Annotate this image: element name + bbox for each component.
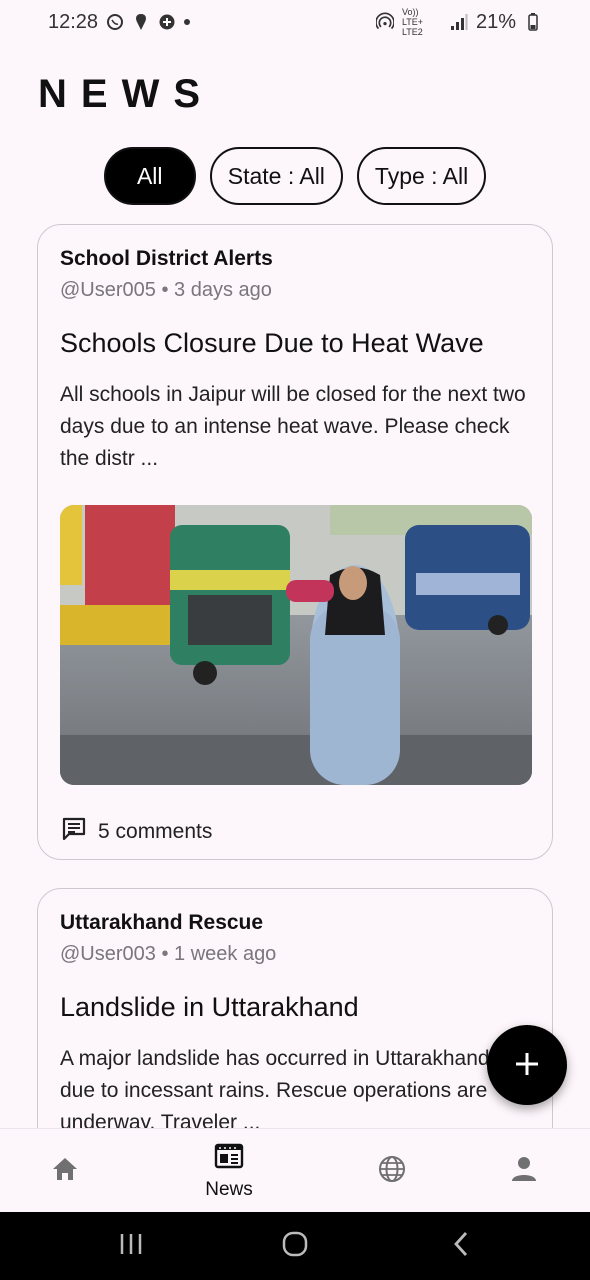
nav-home[interactable] [35, 1129, 95, 1213]
status-bar: 12:28 Vo)) LTE+ LTE2 21% [0, 0, 590, 44]
post-headline: Landslide in Uttarakhand [60, 992, 359, 1022]
bottom-navigation: News [0, 1128, 590, 1212]
home-icon [50, 1154, 80, 1189]
battery-icon [524, 13, 542, 31]
person-icon [509, 1154, 539, 1189]
comments-button[interactable]: 5 comments [60, 815, 530, 849]
comment-icon [60, 815, 88, 849]
system-navigation-bar [0, 1212, 590, 1280]
nav-news-label: News [205, 1178, 253, 1200]
home-circle-icon [281, 1230, 309, 1263]
whatsapp-icon [106, 13, 124, 31]
post-image[interactable] [60, 505, 532, 785]
globe-icon [377, 1154, 407, 1189]
hotspot-icon [375, 12, 394, 31]
comments-count: 5 comments [98, 820, 213, 843]
news-card[interactable]: School District Alerts @User005 • 3 days… [37, 224, 553, 860]
post-meta: @User003 • 1 week ago [60, 943, 277, 965]
recent-apps-button[interactable] [91, 1212, 171, 1280]
nav-news[interactable]: News [189, 1129, 269, 1213]
filter-all-chip[interactable]: All [103, 147, 196, 205]
add-post-button[interactable] [487, 1025, 567, 1105]
home-system-button[interactable] [255, 1212, 335, 1280]
recent-apps-icon [118, 1232, 144, 1261]
back-button[interactable] [421, 1212, 501, 1280]
filter-type-chip[interactable]: Type : All [356, 147, 487, 205]
signal-icon [450, 13, 468, 31]
status-left: 12:28 [48, 10, 191, 34]
filter-chips: All State : All Type : All [0, 147, 590, 205]
nav-globe[interactable] [362, 1129, 422, 1213]
post-body: All schools in Jaipur will be closed for… [60, 383, 526, 470]
filter-state-chip[interactable]: State : All [209, 147, 343, 205]
post-body: A major landslide has occurred in Uttara… [60, 1047, 490, 1134]
battery-percent: 21% [475, 10, 516, 33]
app-notification-icon [158, 13, 176, 31]
status-time: 12:28 [48, 10, 99, 33]
status-right: Vo)) LTE+ LTE2 21% [375, 7, 542, 37]
location-notification-icon [132, 13, 150, 31]
network-type: Vo)) LTE+ LTE2 [401, 7, 424, 37]
newspaper-icon [214, 1142, 244, 1175]
back-chevron-icon [451, 1230, 471, 1263]
post-source: School District Alerts [60, 247, 273, 270]
post-meta: @User005 • 3 days ago [60, 279, 272, 301]
page-title: NEWS [38, 72, 214, 116]
more-notifications-dot [184, 19, 191, 25]
post-source: Uttarakhand Rescue [60, 911, 264, 934]
nav-profile[interactable] [494, 1129, 554, 1213]
post-headline: Schools Closure Due to Heat Wave [60, 328, 484, 358]
plus-icon [514, 1051, 540, 1080]
